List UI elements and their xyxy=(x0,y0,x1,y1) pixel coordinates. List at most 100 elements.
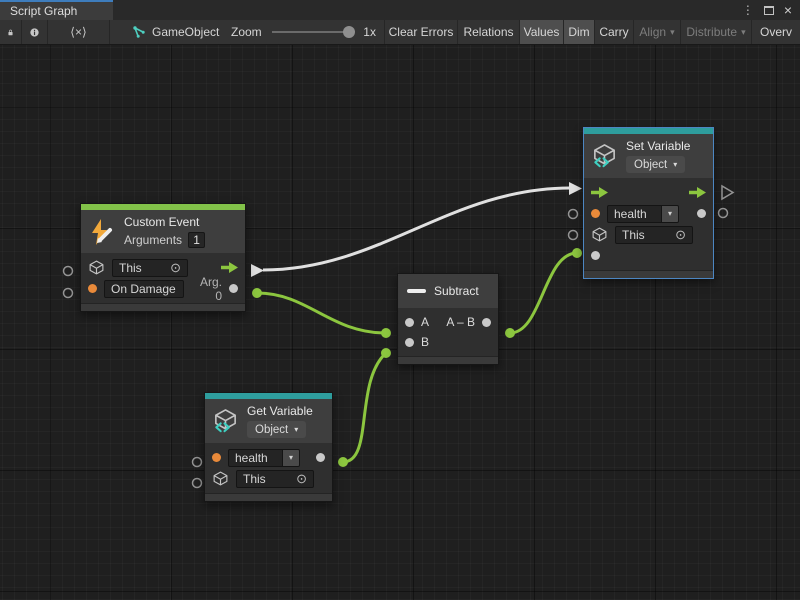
ghost-port[interactable] xyxy=(719,209,728,218)
align-dropdown[interactable]: Align ▾ xyxy=(634,20,681,44)
value-port-set-variable-value-in[interactable] xyxy=(572,248,582,258)
wire-get-variable-to-subtract-b[interactable] xyxy=(343,353,386,462)
relations-toggle[interactable]: Relations xyxy=(458,20,520,44)
chevron-down-icon[interactable]: ▾ xyxy=(661,206,678,222)
value-port-orange[interactable] xyxy=(591,209,600,218)
variable-kind-dropdown[interactable]: Object ▾ xyxy=(247,421,306,438)
gameobject-label: GameObject xyxy=(152,25,219,39)
overview-button[interactable]: Overv xyxy=(752,20,800,44)
flow-output-arrow-icon[interactable] xyxy=(221,262,238,273)
relations-label: Relations xyxy=(463,25,513,39)
ghost-port[interactable] xyxy=(569,210,578,219)
target-this-value: This xyxy=(622,228,645,242)
output-port[interactable] xyxy=(482,318,491,327)
wire-custom-event-to-set-variable[interactable] xyxy=(263,188,570,270)
flow-output-arrow-icon[interactable] xyxy=(689,187,706,198)
node-body: This ⊙ On Damage Arg. 0 xyxy=(81,253,245,299)
ghost-port[interactable] xyxy=(64,267,73,276)
arg0-output-port[interactable] xyxy=(229,284,238,293)
toolbar: ⟨×⟩ GameObject Zoom 1x Clear Errors xyxy=(0,20,800,45)
target-this-field[interactable]: This ⊙ xyxy=(236,470,314,488)
distribute-dropdown[interactable]: Distribute ▾ xyxy=(681,20,752,44)
node-subtract[interactable]: Subtract A A – B B xyxy=(397,273,499,365)
zoom-control: Zoom 1x xyxy=(217,20,385,44)
value-port-orange[interactable] xyxy=(212,453,221,462)
clear-errors-button[interactable]: Clear Errors xyxy=(385,20,458,44)
port-row-a: A A – B xyxy=(398,312,498,332)
flow-input-port-set-variable[interactable] xyxy=(569,182,582,195)
close-icon[interactable]: × xyxy=(784,3,792,17)
carry-toggle[interactable]: Carry xyxy=(595,20,634,44)
value-output-port[interactable] xyxy=(316,453,325,462)
value-output-port[interactable] xyxy=(697,209,706,218)
maximize-icon[interactable] xyxy=(764,6,774,15)
wire-subtract-to-set-variable-value[interactable] xyxy=(510,253,577,333)
object-picker-icon[interactable]: ⊙ xyxy=(296,472,307,485)
tab-script-graph[interactable]: Script Graph xyxy=(0,0,113,20)
target-this-field[interactable]: This ⊙ xyxy=(112,259,188,277)
target-this-field[interactable]: This ⊙ xyxy=(615,226,693,244)
lock-icon xyxy=(8,26,13,39)
ghost-port[interactable] xyxy=(64,289,73,298)
node-header: Custom Event Arguments 1 xyxy=(81,210,245,253)
lock-button[interactable] xyxy=(0,20,22,44)
titlebar: Script Graph ⋮ × xyxy=(0,0,800,20)
node-custom-event[interactable]: Custom Event Arguments 1 This ⊙ xyxy=(80,203,246,312)
ghost-port[interactable] xyxy=(193,458,202,467)
node-set-variable[interactable]: Set Variable Object ▾ xyxy=(583,127,714,279)
align-label: Align xyxy=(639,25,666,39)
node-title: Set Variable xyxy=(626,139,690,153)
carry-label: Carry xyxy=(599,25,628,39)
graph-canvas[interactable]: Custom Event Arguments 1 This ⊙ xyxy=(0,45,800,600)
ghost-port[interactable] xyxy=(569,231,578,240)
node-get-variable[interactable]: Get Variable Object ▾ health ▾ xyxy=(204,392,333,502)
value-port-arg0-out[interactable] xyxy=(252,288,262,298)
input-a-label: A xyxy=(421,315,429,329)
event-name-field[interactable]: On Damage xyxy=(104,280,184,298)
custom-event-icon xyxy=(88,218,116,246)
wire-arg0-to-subtract-a[interactable] xyxy=(257,293,386,333)
script-graph-asset-icon xyxy=(132,26,146,39)
node-body: health ▾ This ⊙ xyxy=(205,443,332,489)
node-title: Get Variable xyxy=(247,404,313,418)
node-footer xyxy=(398,356,498,364)
zoom-slider[interactable] xyxy=(272,31,352,33)
value-input-port[interactable] xyxy=(591,251,600,260)
ghost-flow-port[interactable] xyxy=(722,186,733,199)
input-port-a[interactable] xyxy=(405,318,414,327)
zoom-label: Zoom xyxy=(231,25,262,39)
node-title: Custom Event xyxy=(124,215,205,229)
edit-graph-button[interactable]: ⟨×⟩ xyxy=(48,20,110,44)
flow-output-port-custom-event[interactable] xyxy=(251,264,264,277)
variable-name-dropdown[interactable]: health ▾ xyxy=(607,205,679,223)
gameobject-cube-icon xyxy=(88,259,105,276)
input-port-b[interactable] xyxy=(405,338,414,347)
gameobject-reference[interactable]: GameObject xyxy=(110,20,217,44)
object-picker-icon[interactable]: ⊙ xyxy=(675,228,686,241)
value-port-subtract-out[interactable] xyxy=(505,328,515,338)
port-row-target: This ⊙ xyxy=(584,224,713,245)
chevron-down-icon: ▾ xyxy=(741,27,746,38)
object-picker-icon[interactable]: ⊙ xyxy=(170,261,181,274)
zoom-slider-knob[interactable] xyxy=(343,26,355,38)
flow-input-arrow-icon[interactable] xyxy=(591,187,608,198)
variable-name-dropdown[interactable]: health ▾ xyxy=(228,449,300,467)
script-graph-window: Script Graph ⋮ × ⟨×⟩ xyxy=(0,0,800,600)
ghost-port[interactable] xyxy=(193,479,202,488)
dim-toggle[interactable]: Dim xyxy=(564,20,595,44)
variable-icon xyxy=(212,408,239,435)
variable-kind-value: Object xyxy=(255,424,288,436)
variable-kind-dropdown[interactable]: Object ▾ xyxy=(626,156,685,173)
value-port-subtract-b-in[interactable] xyxy=(381,348,391,358)
chevron-down-icon[interactable]: ▾ xyxy=(282,450,299,466)
value-port-subtract-a-in[interactable] xyxy=(381,328,391,338)
values-toggle[interactable]: Values xyxy=(520,20,564,44)
value-port-orange[interactable] xyxy=(88,284,97,293)
overview-label: Overv xyxy=(760,25,792,39)
menu-kebab-icon[interactable]: ⋮ xyxy=(742,4,754,16)
port-row-flow xyxy=(584,182,713,203)
arguments-count-input[interactable]: 1 xyxy=(188,232,205,248)
value-port-get-variable-out[interactable] xyxy=(338,457,348,467)
info-button[interactable] xyxy=(22,20,48,44)
clear-errors-label: Clear Errors xyxy=(389,25,454,39)
